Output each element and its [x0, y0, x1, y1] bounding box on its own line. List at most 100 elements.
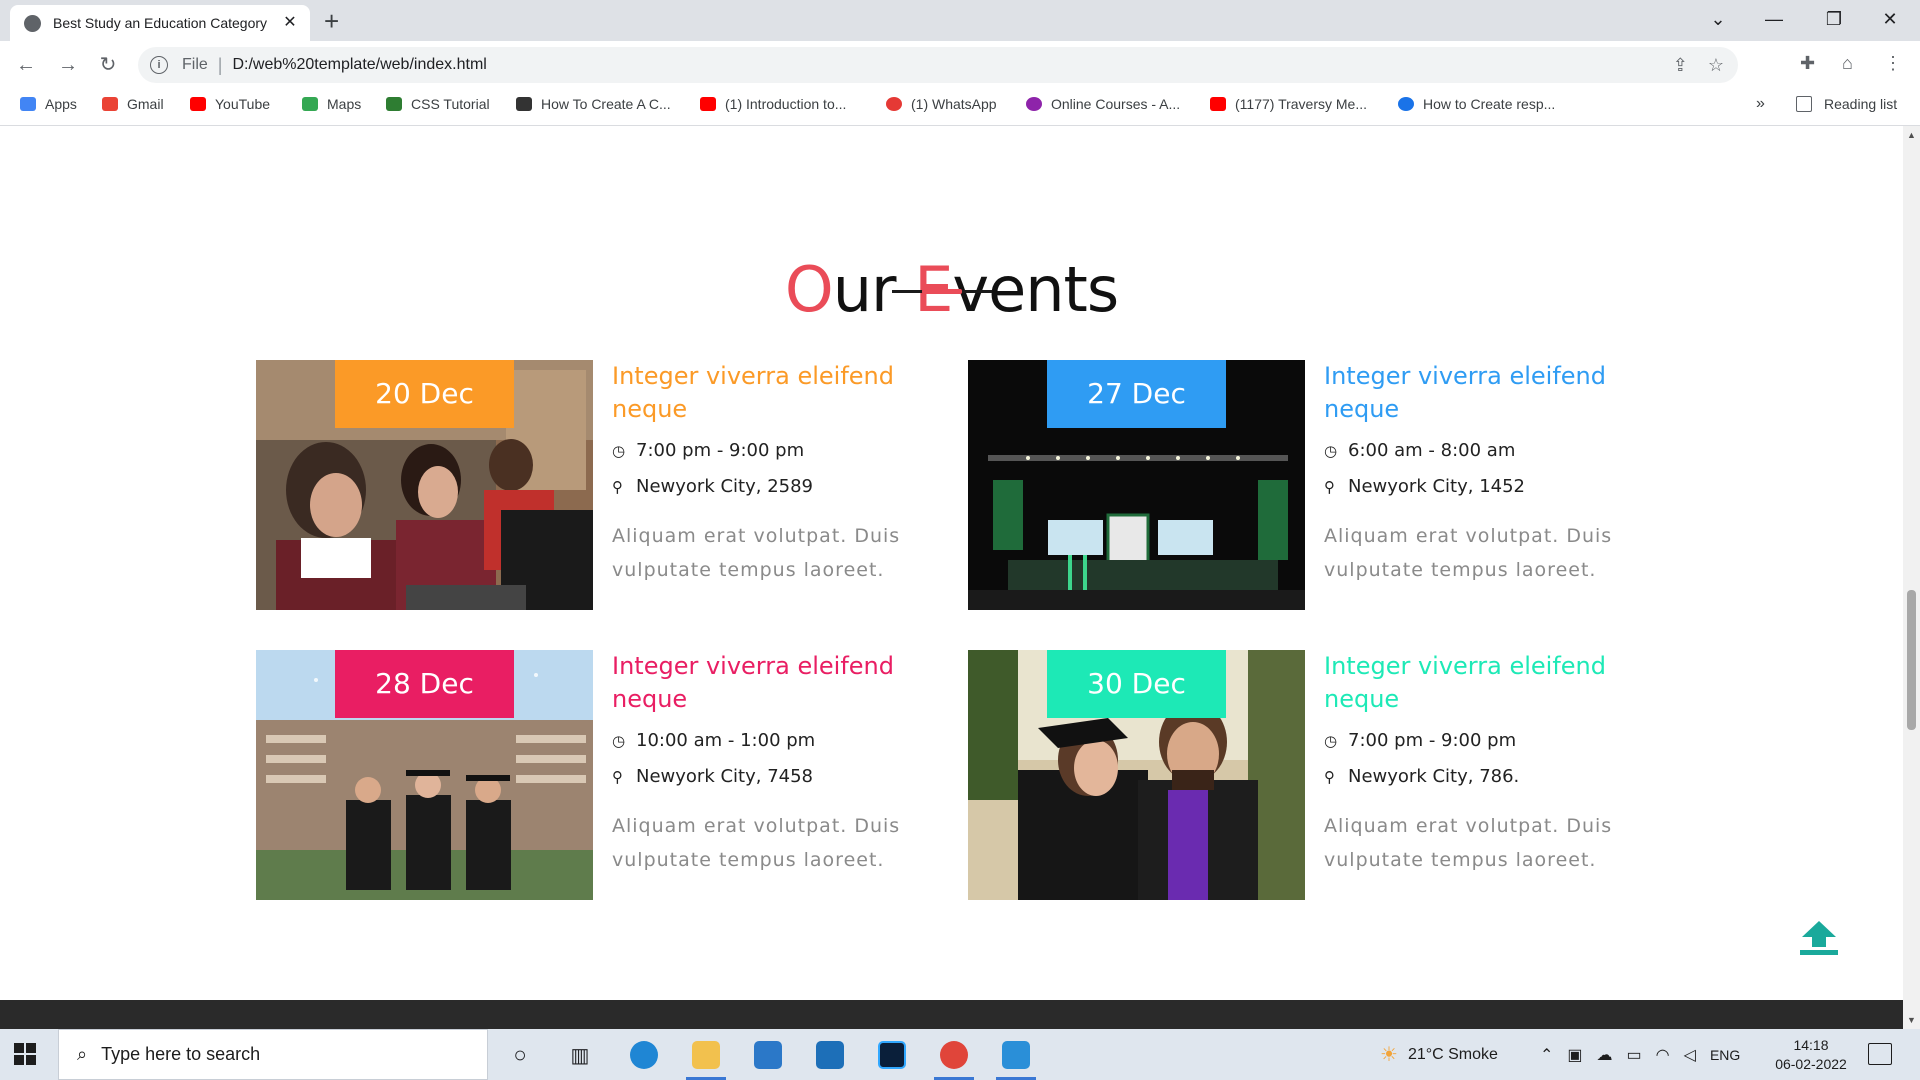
- bookmark-label: How To Create A C...: [541, 96, 671, 112]
- map-marker-icon: ⚲: [612, 477, 623, 496]
- bookmark-traversy[interactable]: (1177) Traversy Me...: [1210, 96, 1367, 112]
- page-viewport: Our Events 20 Dec Integer viverra eleife…: [0, 126, 1903, 1029]
- bookmark-label: Maps: [327, 96, 362, 112]
- volume-icon[interactable]: ◁: [1684, 1045, 1696, 1065]
- close-tab-icon[interactable]: ✕: [280, 13, 300, 33]
- edge-icon[interactable]: [624, 1037, 664, 1073]
- event-description: Aliquam erat volutpat. Duis vulputate te…: [612, 815, 901, 871]
- bookmark-label: Apps: [45, 96, 77, 112]
- reading-list-label: Reading list: [1824, 96, 1898, 112]
- bookmark-label: How to Create resp...: [1423, 96, 1556, 112]
- chevron-up-icon[interactable]: ⌃: [1540, 1045, 1553, 1065]
- close-window-button[interactable]: ✕: [1862, 0, 1918, 41]
- reading-list-icon: [1796, 96, 1812, 112]
- event-description: Aliquam erat volutpat. Duis vulputate te…: [1324, 525, 1613, 581]
- clock-icon: ◷: [1324, 731, 1338, 750]
- wifi-icon[interactable]: ◠: [1656, 1045, 1670, 1065]
- system-tray-icons[interactable]: ⌃ ▣ ☁ ▭ ◠ ◁ ENG: [1540, 1029, 1740, 1080]
- reading-list-button[interactable]: Reading list: [1796, 96, 1897, 112]
- windows-taskbar: ⌕ Type here to search ○ ▥ ☀ 21°C Smoke ⌃…: [0, 1029, 1920, 1080]
- event-date-badge: 20 Dec: [335, 360, 514, 428]
- search-placeholder: Type here to search: [101, 1044, 261, 1064]
- bookmark-label: (1177) Traversy Me...: [1235, 96, 1368, 112]
- youtube-icon: [190, 97, 206, 111]
- minimize-button[interactable]: —: [1746, 0, 1802, 41]
- onedrive-icon[interactable]: ☁: [1597, 1045, 1613, 1065]
- bookmark-apps[interactable]: Apps: [20, 96, 77, 112]
- meet-icon[interactable]: ▣: [1567, 1045, 1582, 1065]
- file-explorer-icon[interactable]: [686, 1037, 726, 1080]
- bookmark-star-icon[interactable]: ☆: [1708, 55, 1724, 76]
- bookmark-how-to-create-resp[interactable]: How to Create resp...: [1398, 96, 1555, 112]
- event-date-badge: 28 Dec: [335, 650, 514, 718]
- apps-grid-icon: [20, 97, 36, 111]
- dell-icon[interactable]: [810, 1037, 850, 1073]
- tab-title: Best Study an Education Category: [53, 15, 268, 31]
- bookmark-label: Online Courses - A...: [1051, 96, 1181, 112]
- scrollbar-thumb[interactable]: [1907, 590, 1916, 730]
- tab-search-icon[interactable]: ⌄: [1690, 0, 1746, 41]
- event-card: 20 Dec Integer viverra eleifend neque ◷ 7…: [256, 360, 899, 610]
- taskbar-search-box[interactable]: ⌕ Type here to search: [58, 1029, 488, 1080]
- more-bookmarks-button[interactable]: »: [1756, 95, 1765, 113]
- vscode-icon[interactable]: [996, 1037, 1036, 1080]
- url-text[interactable]: D:/web%20template/web/index.html: [232, 56, 486, 74]
- bookmark-whatsapp[interactable]: (1) WhatsApp: [886, 96, 997, 112]
- bookmark-introduction[interactable]: (1) Introduction to...: [700, 96, 846, 112]
- browser-tab[interactable]: Best Study an Education Category ✕: [10, 5, 310, 41]
- youtube-icon: [1210, 97, 1226, 111]
- maps-pin-icon: [302, 97, 318, 111]
- forward-icon[interactable]: →: [52, 52, 84, 78]
- back-to-top-button[interactable]: [1798, 919, 1840, 959]
- address-bar[interactable]: i File | D:/web%20template/web/index.htm…: [138, 47, 1738, 83]
- event-title[interactable]: Integer viverra eleifend neque: [1324, 360, 1654, 426]
- mail-icon[interactable]: [748, 1037, 788, 1073]
- event-title[interactable]: Integer viverra eleifend neque: [612, 360, 942, 426]
- reload-icon[interactable]: ↻: [92, 52, 124, 78]
- map-marker-icon: ⚲: [1324, 767, 1335, 786]
- bookmark-maps[interactable]: Maps: [302, 96, 361, 112]
- event-title[interactable]: Integer viverra eleifend neque: [612, 650, 942, 716]
- share-icon[interactable]: ⇪: [1673, 55, 1688, 76]
- bookmark-label: YouTube: [215, 96, 271, 112]
- clock-icon: ◷: [612, 441, 626, 460]
- event-location: ⚲ Newyork City, 2589: [612, 476, 814, 497]
- bookmark-youtube[interactable]: YouTube: [190, 96, 270, 112]
- tab-strip: Best Study an Education Category ✕ + ⌄ —…: [0, 0, 1920, 41]
- scroll-down-icon[interactable]: ▼: [1903, 1015, 1920, 1025]
- page-scrollbar[interactable]: ▲ ▼: [1903, 126, 1920, 1029]
- event-location: ⚲ Newyork City, 786.: [1324, 766, 1520, 787]
- extensions-icon[interactable]: ✚: [1800, 53, 1815, 74]
- task-view-icon[interactable]: ▥: [560, 1037, 600, 1073]
- globe-icon: [24, 14, 41, 32]
- back-icon[interactable]: ←: [10, 52, 42, 78]
- bookmark-how-to-create[interactable]: How To Create A C...: [516, 96, 671, 112]
- upload-arrow-icon: [1800, 921, 1838, 955]
- language-indicator[interactable]: ENG: [1710, 1047, 1740, 1063]
- cortana-icon[interactable]: ○: [500, 1037, 540, 1073]
- next-section-banner: [0, 1000, 1903, 1029]
- profile-extension-icon[interactable]: ⌂: [1842, 53, 1853, 74]
- search-icon: ⌕: [77, 1044, 88, 1064]
- menu-icon[interactable]: ⋮: [1884, 53, 1902, 74]
- new-tab-button[interactable]: +: [324, 6, 339, 36]
- chrome-icon[interactable]: [934, 1037, 974, 1080]
- photoshop-icon[interactable]: [872, 1037, 912, 1073]
- restore-button[interactable]: ❐: [1806, 0, 1862, 41]
- event-title[interactable]: Integer viverra eleifend neque: [1324, 650, 1654, 716]
- title-underline: [892, 289, 992, 294]
- bookmark-online-courses[interactable]: Online Courses - A...: [1026, 96, 1180, 112]
- bookmark-css-tutorial[interactable]: CSS Tutorial: [386, 96, 490, 112]
- info-icon[interactable]: i: [150, 56, 168, 74]
- event-card: 28 Dec Integer viverra eleifend neque ◷ 1…: [256, 650, 899, 900]
- weather-widget[interactable]: ☀ 21°C Smoke: [1380, 1029, 1498, 1080]
- battery-icon[interactable]: ▭: [1627, 1045, 1642, 1065]
- bookmark-gmail[interactable]: Gmail: [102, 96, 164, 112]
- clock-time: 14:18: [1793, 1037, 1829, 1053]
- event-time: ◷ 6:00 am - 8:00 am: [1324, 440, 1516, 461]
- notification-icon[interactable]: [1868, 1043, 1892, 1065]
- scroll-up-icon[interactable]: ▲: [1903, 130, 1920, 140]
- windows-start-icon[interactable]: [14, 1043, 36, 1065]
- clock-date: 06-02-2022: [1775, 1056, 1847, 1072]
- taskbar-clock[interactable]: 14:18 06-02-2022: [1766, 1036, 1856, 1074]
